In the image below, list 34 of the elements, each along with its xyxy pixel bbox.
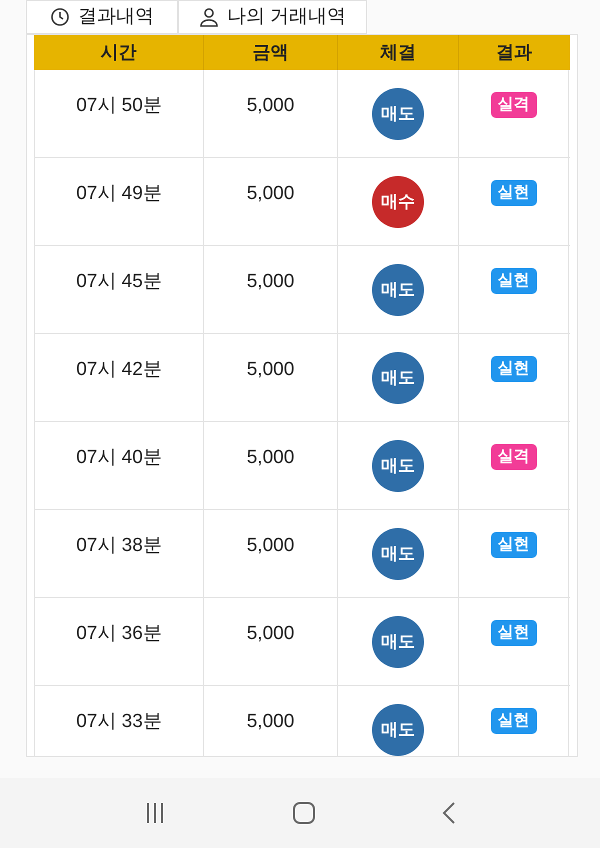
clock-icon [50,7,70,27]
table-cell: 5,000 [204,422,338,509]
result-badge: 실격 [490,92,536,118]
result-badge: 실현 [490,180,536,206]
table-cell: 5,000 [204,686,338,756]
result-badge: 실격 [490,444,536,470]
table-cell: 5,000 [204,158,338,245]
table-cell: 5,000 [204,598,338,685]
result-badge: 실현 [490,356,536,382]
result-badge: 실현 [490,708,536,734]
back-icon[interactable] [441,801,458,825]
table-cell: 5,000 [204,510,338,597]
result-badge: 실현 [490,532,536,558]
user-icon [198,7,219,27]
table-cell: 07시 45분 [34,246,204,333]
table-cell: 07시 42분 [34,334,204,421]
column-header: 결과 [495,40,533,64]
tab[interactable]: 결과내역 [26,0,178,34]
table-cell: 07시 49분 [34,158,204,245]
home-icon[interactable] [292,801,316,825]
column-header: 금액 [204,35,338,70]
tab[interactable]: 나의 거래내역 [178,0,367,34]
result-badge: 실현 [490,268,536,294]
table-cell: 07시 33분 [34,686,204,756]
table-cell: 07시 36분 [34,598,204,685]
table-cell: 07시 40분 [34,422,204,509]
column-header: 시간 [34,35,204,70]
column-header: 체결 [338,35,459,70]
table-cell: 5,000 [204,70,338,157]
table-cell: 5,000 [204,334,338,421]
table-cell: 07시 38분 [34,510,204,597]
table-cell: 07시 50분 [34,70,204,157]
result-badge: 실현 [490,620,536,646]
table-cell: 5,000 [204,246,338,333]
